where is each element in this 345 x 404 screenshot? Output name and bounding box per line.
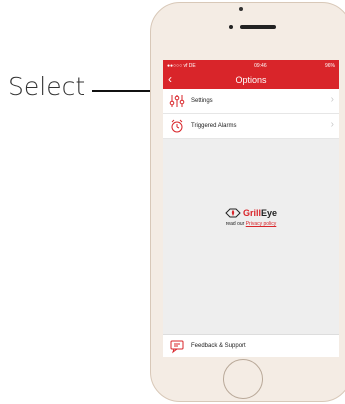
privacy-notice: read our Privacy policy xyxy=(163,221,339,227)
menu-item-triggered-alarms[interactable]: Triggered Alarms › xyxy=(163,114,339,139)
front-sensor xyxy=(239,7,243,11)
home-button[interactable] xyxy=(223,359,263,399)
logo: GrillEye xyxy=(163,207,339,219)
camera xyxy=(229,25,233,29)
brand-area: GrillEye read our Privacy policy xyxy=(163,207,339,227)
brand-name: GrillEye xyxy=(243,208,277,218)
menu-item-label: Settings xyxy=(191,98,213,104)
carrier-text: ●●○○○ vf DE xyxy=(167,62,196,69)
speaker-grille xyxy=(240,25,276,29)
chevron-right-icon: › xyxy=(330,94,334,105)
status-bar: ●●○○○ vf DE 09:46 96% xyxy=(163,60,339,71)
feedback-label: Feedback & Support xyxy=(191,343,246,349)
sliders-icon xyxy=(169,95,185,107)
page-title: Options xyxy=(235,75,267,85)
brand-suffix: Eye xyxy=(261,208,278,218)
menu-item-settings[interactable]: Settings › xyxy=(163,89,339,114)
battery-text: 96% xyxy=(324,62,335,69)
chevron-right-icon: › xyxy=(330,119,334,130)
chat-icon xyxy=(170,340,184,354)
flame-icon xyxy=(225,208,241,218)
alarm-icon xyxy=(171,119,183,133)
privacy-policy-link[interactable]: Privacy policy xyxy=(246,221,277,227)
privacy-prefix: read our xyxy=(225,221,245,227)
app-screen: ●●○○○ vf DE 09:46 96% ‹ Options Settings… xyxy=(163,60,339,357)
chevron-left-icon[interactable]: ‹ xyxy=(168,72,172,86)
menu-item-label: Triggered Alarms xyxy=(191,123,237,129)
brand-prefix: Grill xyxy=(242,208,261,218)
feedback-support-row[interactable]: Feedback & Support xyxy=(163,334,339,357)
nav-bar: ‹ Options xyxy=(163,71,339,89)
clock-text: 09:46 xyxy=(254,62,267,69)
